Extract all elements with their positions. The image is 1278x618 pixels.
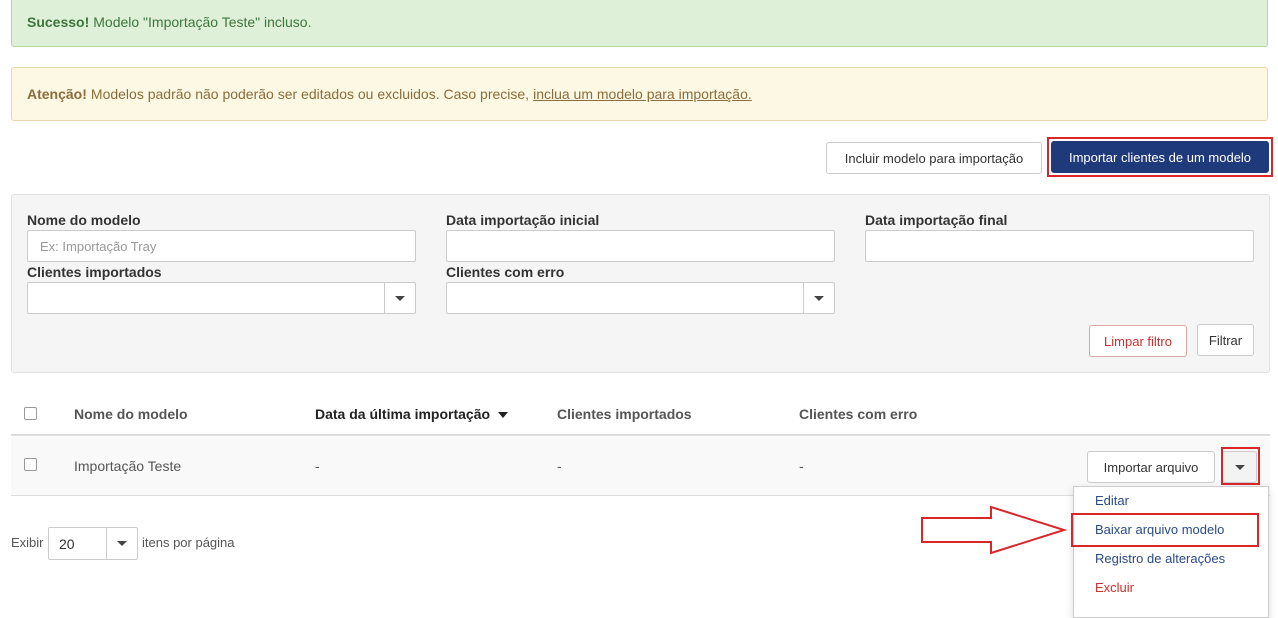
- per-page-value: 20: [59, 536, 75, 552]
- start-date-label: Data importação inicial: [446, 212, 600, 228]
- row-imported-clients: -: [557, 458, 562, 474]
- column-last-import-label: Data da última importação: [315, 406, 491, 422]
- column-error-clients[interactable]: Clientes com erro: [799, 406, 917, 422]
- select-all-checkbox[interactable]: [24, 407, 37, 420]
- error-clients-caret[interactable]: [803, 283, 834, 313]
- menu-item-change-log[interactable]: Registro de alterações: [1095, 551, 1225, 566]
- include-model-button[interactable]: Incluir modelo para importação: [826, 142, 1042, 174]
- success-alert-title: Sucesso!: [27, 13, 90, 30]
- column-imported-clients[interactable]: Clientes importados: [557, 406, 692, 422]
- table-header: Nome do modelo Data da última importação…: [11, 394, 1270, 436]
- error-clients-label: Clientes com erro: [446, 264, 565, 280]
- arrow-annotation-icon: [921, 505, 1068, 555]
- warning-alert: Atenção! Modelos padrão não poderão ser …: [11, 67, 1268, 121]
- row-checkbox[interactable]: [24, 458, 37, 471]
- filter-button[interactable]: Filtrar: [1197, 324, 1254, 356]
- warning-alert-text: Modelos padrão não poderão ser editados …: [90, 86, 530, 102]
- row-last-import: -: [315, 458, 320, 474]
- success-alert: Sucesso! Modelo "Importação Teste" inclu…: [11, 0, 1268, 47]
- row-actions-menu: Editar Baixar arquivo modelo Registro de…: [1073, 486, 1269, 618]
- imported-clients-select[interactable]: [27, 282, 416, 314]
- model-name-input[interactable]: Ex: Importação Tray: [27, 230, 416, 262]
- menu-item-delete[interactable]: Excluir: [1095, 580, 1134, 595]
- include-model-link[interactable]: inclua um modelo para importação.: [533, 86, 752, 102]
- end-date-label: Data importação final: [865, 212, 1008, 228]
- imported-clients-caret[interactable]: [384, 283, 415, 313]
- chevron-down-icon: [814, 295, 824, 301]
- imported-clients-label: Clientes importados: [27, 264, 162, 280]
- row-model-name: Importação Teste: [74, 458, 182, 474]
- model-name-label: Nome do modelo: [27, 212, 141, 228]
- row-error-clients: -: [799, 458, 804, 474]
- chevron-down-icon: [117, 541, 127, 546]
- per-page-select[interactable]: 20: [48, 527, 138, 560]
- error-clients-select[interactable]: [446, 282, 835, 314]
- filter-panel: Nome do modelo Ex: Importação Tray Data …: [11, 194, 1270, 373]
- success-alert-text: Modelo "Importação Teste" incluso.: [93, 13, 312, 30]
- actions-toggle-highlight: [1221, 447, 1260, 485]
- column-last-import[interactable]: Data da última importação: [315, 406, 508, 422]
- end-date-input[interactable]: [865, 230, 1254, 262]
- clear-filter-button[interactable]: Limpar filtro: [1089, 325, 1187, 357]
- menu-item-edit[interactable]: Editar: [1095, 493, 1129, 508]
- warning-alert-title: Atenção!: [27, 86, 87, 102]
- per-page-suffix: itens por página: [142, 535, 235, 550]
- sort-desc-icon: [497, 412, 508, 419]
- download-template-highlight: [1071, 513, 1259, 547]
- per-page-caret[interactable]: [106, 528, 137, 559]
- column-model-name[interactable]: Nome do modelo: [74, 406, 188, 422]
- chevron-down-icon: [395, 295, 405, 301]
- start-date-input[interactable]: [446, 230, 835, 262]
- show-label: Exibir: [11, 535, 44, 550]
- import-file-button[interactable]: Importar arquivo: [1087, 451, 1215, 483]
- import-clients-button[interactable]: Importar clientes de um modelo: [1051, 141, 1269, 173]
